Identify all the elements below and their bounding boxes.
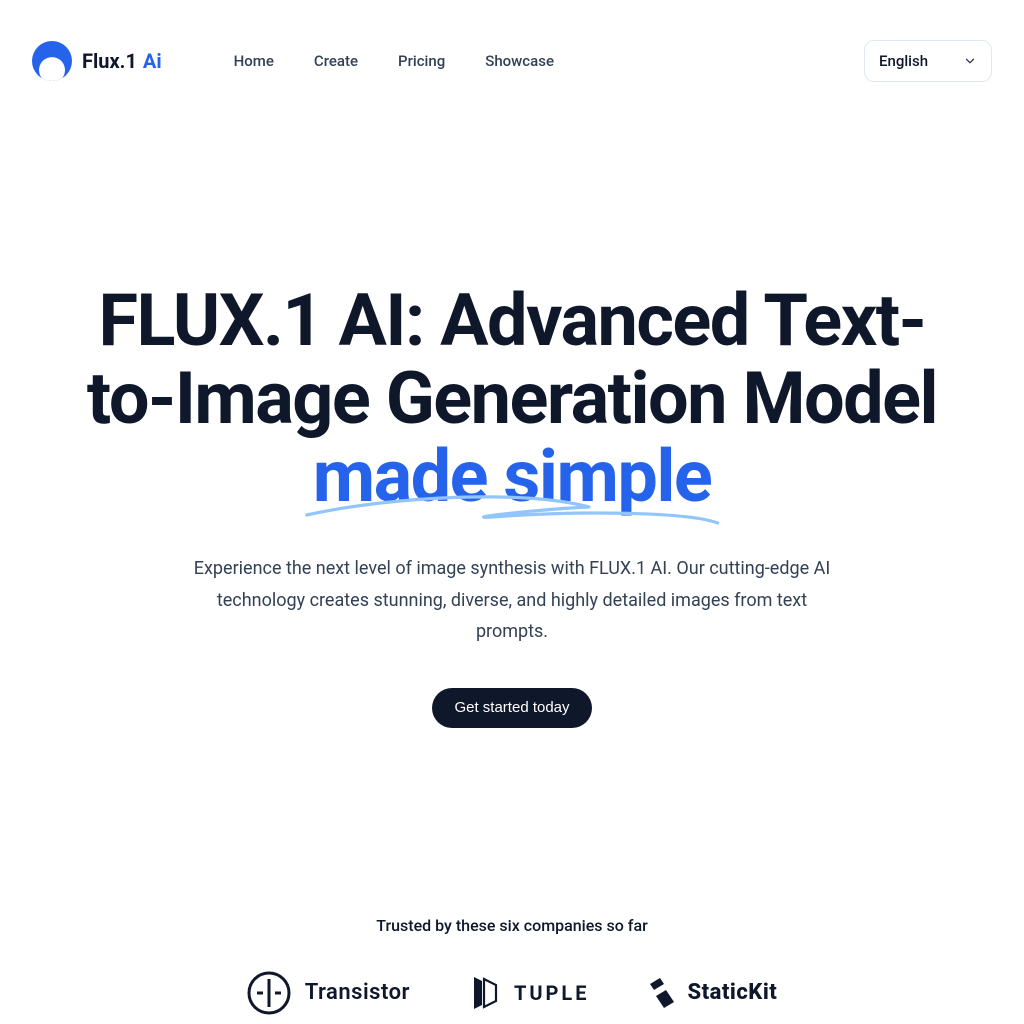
logo-text: Flux.1 Ai [82,49,162,73]
page-title: FLUX.1 AI: Advanced Text-to-Image Genera… [64,282,960,515]
headline-highlight-text: made simple [313,434,712,519]
company-transistor-label: Transistor [305,980,410,1005]
company-tuple: TUPLE [470,973,590,1013]
tuple-icon [470,973,500,1013]
transistor-icon [247,971,291,1015]
headline-highlight: made simple [313,438,712,516]
company-transistor: Transistor [247,971,410,1015]
hero: FLUX.1 AI: Advanced Text-to-Image Genera… [0,82,1024,728]
logo[interactable]: Flux.1 Ai [32,41,162,81]
nav-link-create[interactable]: Create [314,52,358,70]
language-select[interactable]: English [864,40,992,82]
logo-icon [32,41,72,81]
company-tuple-label: TUPLE [514,981,590,1005]
trusted-label: Trusted by these six companies so far [0,916,1024,935]
logo-suffix: Ai [143,49,162,73]
hero-subcopy: Experience the next level of image synth… [192,553,832,648]
language-select-wrap: English [864,40,992,82]
statickit-icon [650,978,674,1008]
nav-link-pricing[interactable]: Pricing [398,52,445,70]
header: Flux.1 Ai Home Create Pricing Showcase E… [0,0,1024,82]
trusted-section: Trusted by these six companies so far Tr… [0,916,1024,1015]
language-selected-label: English [879,52,928,70]
company-logos: Transistor TUPLE StaticKit [0,971,1024,1015]
headline-plain: FLUX.1 AI: Advanced Text-to-Image Genera… [87,278,937,441]
company-statickit-label: StaticKit [688,980,778,1005]
chevron-down-icon [963,54,977,68]
company-statickit: StaticKit [650,978,778,1008]
primary-nav: Home Create Pricing Showcase [234,52,554,70]
nav-link-home[interactable]: Home [234,52,274,70]
logo-name: Flux.1 [82,49,137,73]
nav-link-showcase[interactable]: Showcase [485,52,554,70]
get-started-button[interactable]: Get started today [432,688,591,728]
